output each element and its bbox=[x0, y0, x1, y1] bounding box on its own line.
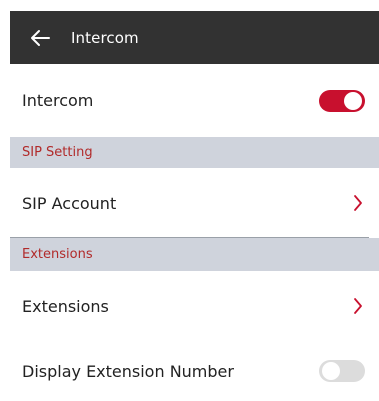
display-extension-number-row: Display Extension Number bbox=[10, 341, 379, 401]
section-label: Extensions bbox=[22, 247, 93, 262]
sip-account-row[interactable]: SIP Account bbox=[10, 168, 379, 238]
intercom-toggle[interactable] bbox=[319, 89, 365, 112]
chevron-right-icon[interactable] bbox=[351, 193, 365, 213]
arrow-left-icon bbox=[31, 29, 50, 46]
app-bar: Intercom bbox=[10, 11, 379, 64]
toggle-knob bbox=[344, 91, 362, 110]
chevron-right-icon[interactable] bbox=[351, 296, 365, 316]
extensions-label: Extensions bbox=[22, 296, 109, 316]
intercom-row: Intercom bbox=[10, 64, 379, 137]
intercom-screen: Intercom Intercom SIP Setting SIP Accoun… bbox=[0, 0, 379, 401]
extensions-row[interactable]: Extensions bbox=[10, 271, 379, 341]
section-header-extensions: Extensions bbox=[10, 238, 379, 271]
intercom-label: Intercom bbox=[22, 91, 94, 110]
page-title: Intercom bbox=[71, 28, 139, 47]
back-button[interactable] bbox=[21, 19, 59, 57]
section-label: SIP Setting bbox=[22, 145, 93, 160]
sip-account-label: SIP Account bbox=[22, 193, 117, 213]
display-extension-number-toggle[interactable] bbox=[319, 360, 365, 382]
section-header-sip-setting: SIP Setting bbox=[10, 137, 379, 168]
display-extension-number-label: Display Extension Number bbox=[22, 361, 234, 381]
toggle-knob bbox=[322, 362, 340, 380]
